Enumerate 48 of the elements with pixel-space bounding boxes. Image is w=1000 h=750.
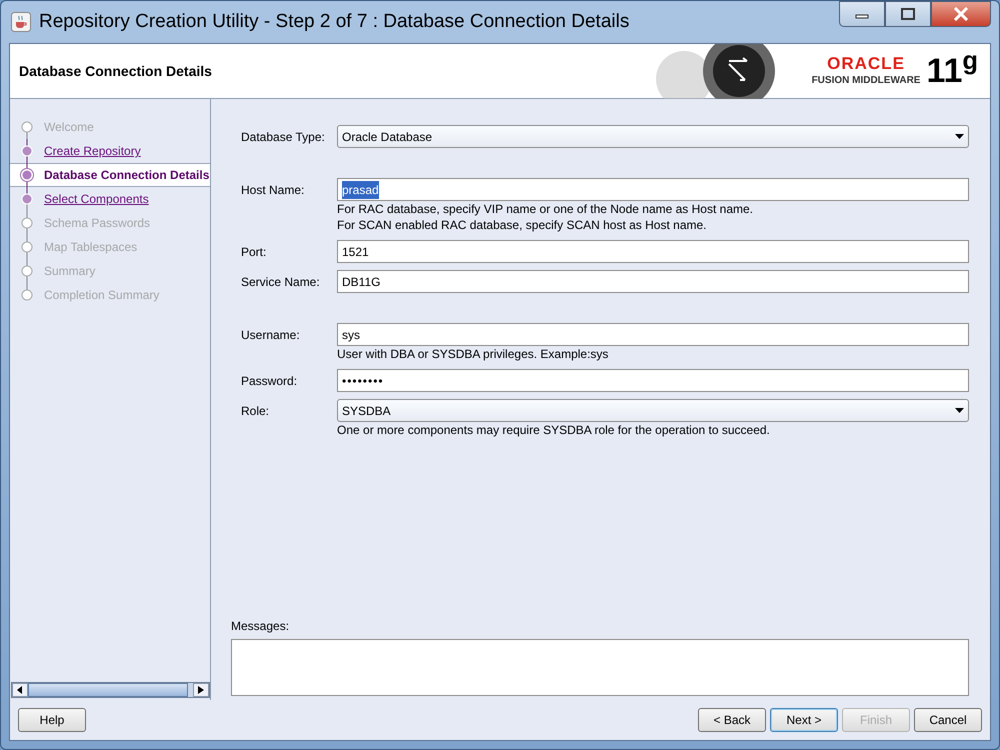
close-icon [953, 7, 969, 21]
brand-subtitle: FUSION MIDDLEWARE [812, 74, 920, 88]
field-label: Port: [241, 244, 268, 261]
dialog-button[interactable]: Cancel [914, 708, 982, 732]
close-button[interactable] [931, 1, 991, 27]
dialog-button[interactable]: Help [18, 708, 86, 732]
input-field[interactable]: sys [337, 323, 969, 346]
hint-text: One or more components may require SYSDBA role for the operation to succeed. [337, 422, 771, 438]
window-title: Repository Creation Utility - Step 2 of 7 : Database Connection Details [39, 10, 630, 34]
java-cup-icon [11, 12, 31, 32]
hint-text: For RAC database, specify VIP name or one of the Node name as Host name. [337, 201, 754, 217]
dropdown[interactable]: Oracle Database [337, 125, 969, 148]
input-field[interactable]: DB11G [337, 270, 969, 293]
brand-logo: ORACLE [827, 54, 905, 72]
right-arrow-icon [198, 686, 204, 694]
dialog-button[interactable]: < Back [698, 708, 766, 732]
step-label: Map Tablespaces [44, 239, 138, 256]
hint-text: User with DBA or SYSDBA privileges. Example:sys [337, 346, 610, 362]
hint-text: For SCAN enabled RAC database, specify SCAN host as Host name. [337, 217, 708, 233]
maximize-button[interactable] [885, 1, 931, 27]
input-field[interactable]: 1521 [337, 240, 969, 263]
dropdown-arrow-icon [955, 408, 964, 413]
step-label: Summary [44, 263, 96, 280]
maximize-icon [901, 8, 915, 20]
field-label: Username: [241, 327, 301, 344]
password-field[interactable]: •••••••• [337, 369, 969, 392]
page-heading: Database Connection Details [19, 62, 212, 80]
field-label: Password: [241, 373, 298, 390]
left-arrow-icon [17, 686, 23, 694]
dropdown[interactable]: SYSDBA [337, 399, 969, 422]
step-label[interactable]: Create Repository [44, 142, 141, 160]
version-label: 11$^{g}$ [926, 54, 978, 88]
step-label[interactable]: Select Components [44, 190, 149, 208]
input-field[interactable]: prasad [337, 178, 969, 201]
messages-label: Messages: [231, 618, 290, 635]
field-label: Host Name: [241, 182, 306, 199]
messages-area[interactable] [231, 639, 969, 696]
field-label: Service Name: [241, 274, 321, 291]
step-label: Database Connection Details [44, 167, 210, 184]
dialog-button[interactable]: Next > [770, 708, 838, 732]
step-label: Welcome [44, 119, 94, 136]
step-label: Schema Passwords [44, 215, 150, 232]
dropdown-arrow-icon [955, 134, 964, 139]
horizontal-scrollbar[interactable] [11, 682, 210, 698]
field-label: Role: [241, 403, 270, 420]
step-label: Completion Summary [44, 287, 160, 304]
minimize-button[interactable] [839, 1, 885, 27]
field-label: Database Type: [241, 129, 326, 146]
